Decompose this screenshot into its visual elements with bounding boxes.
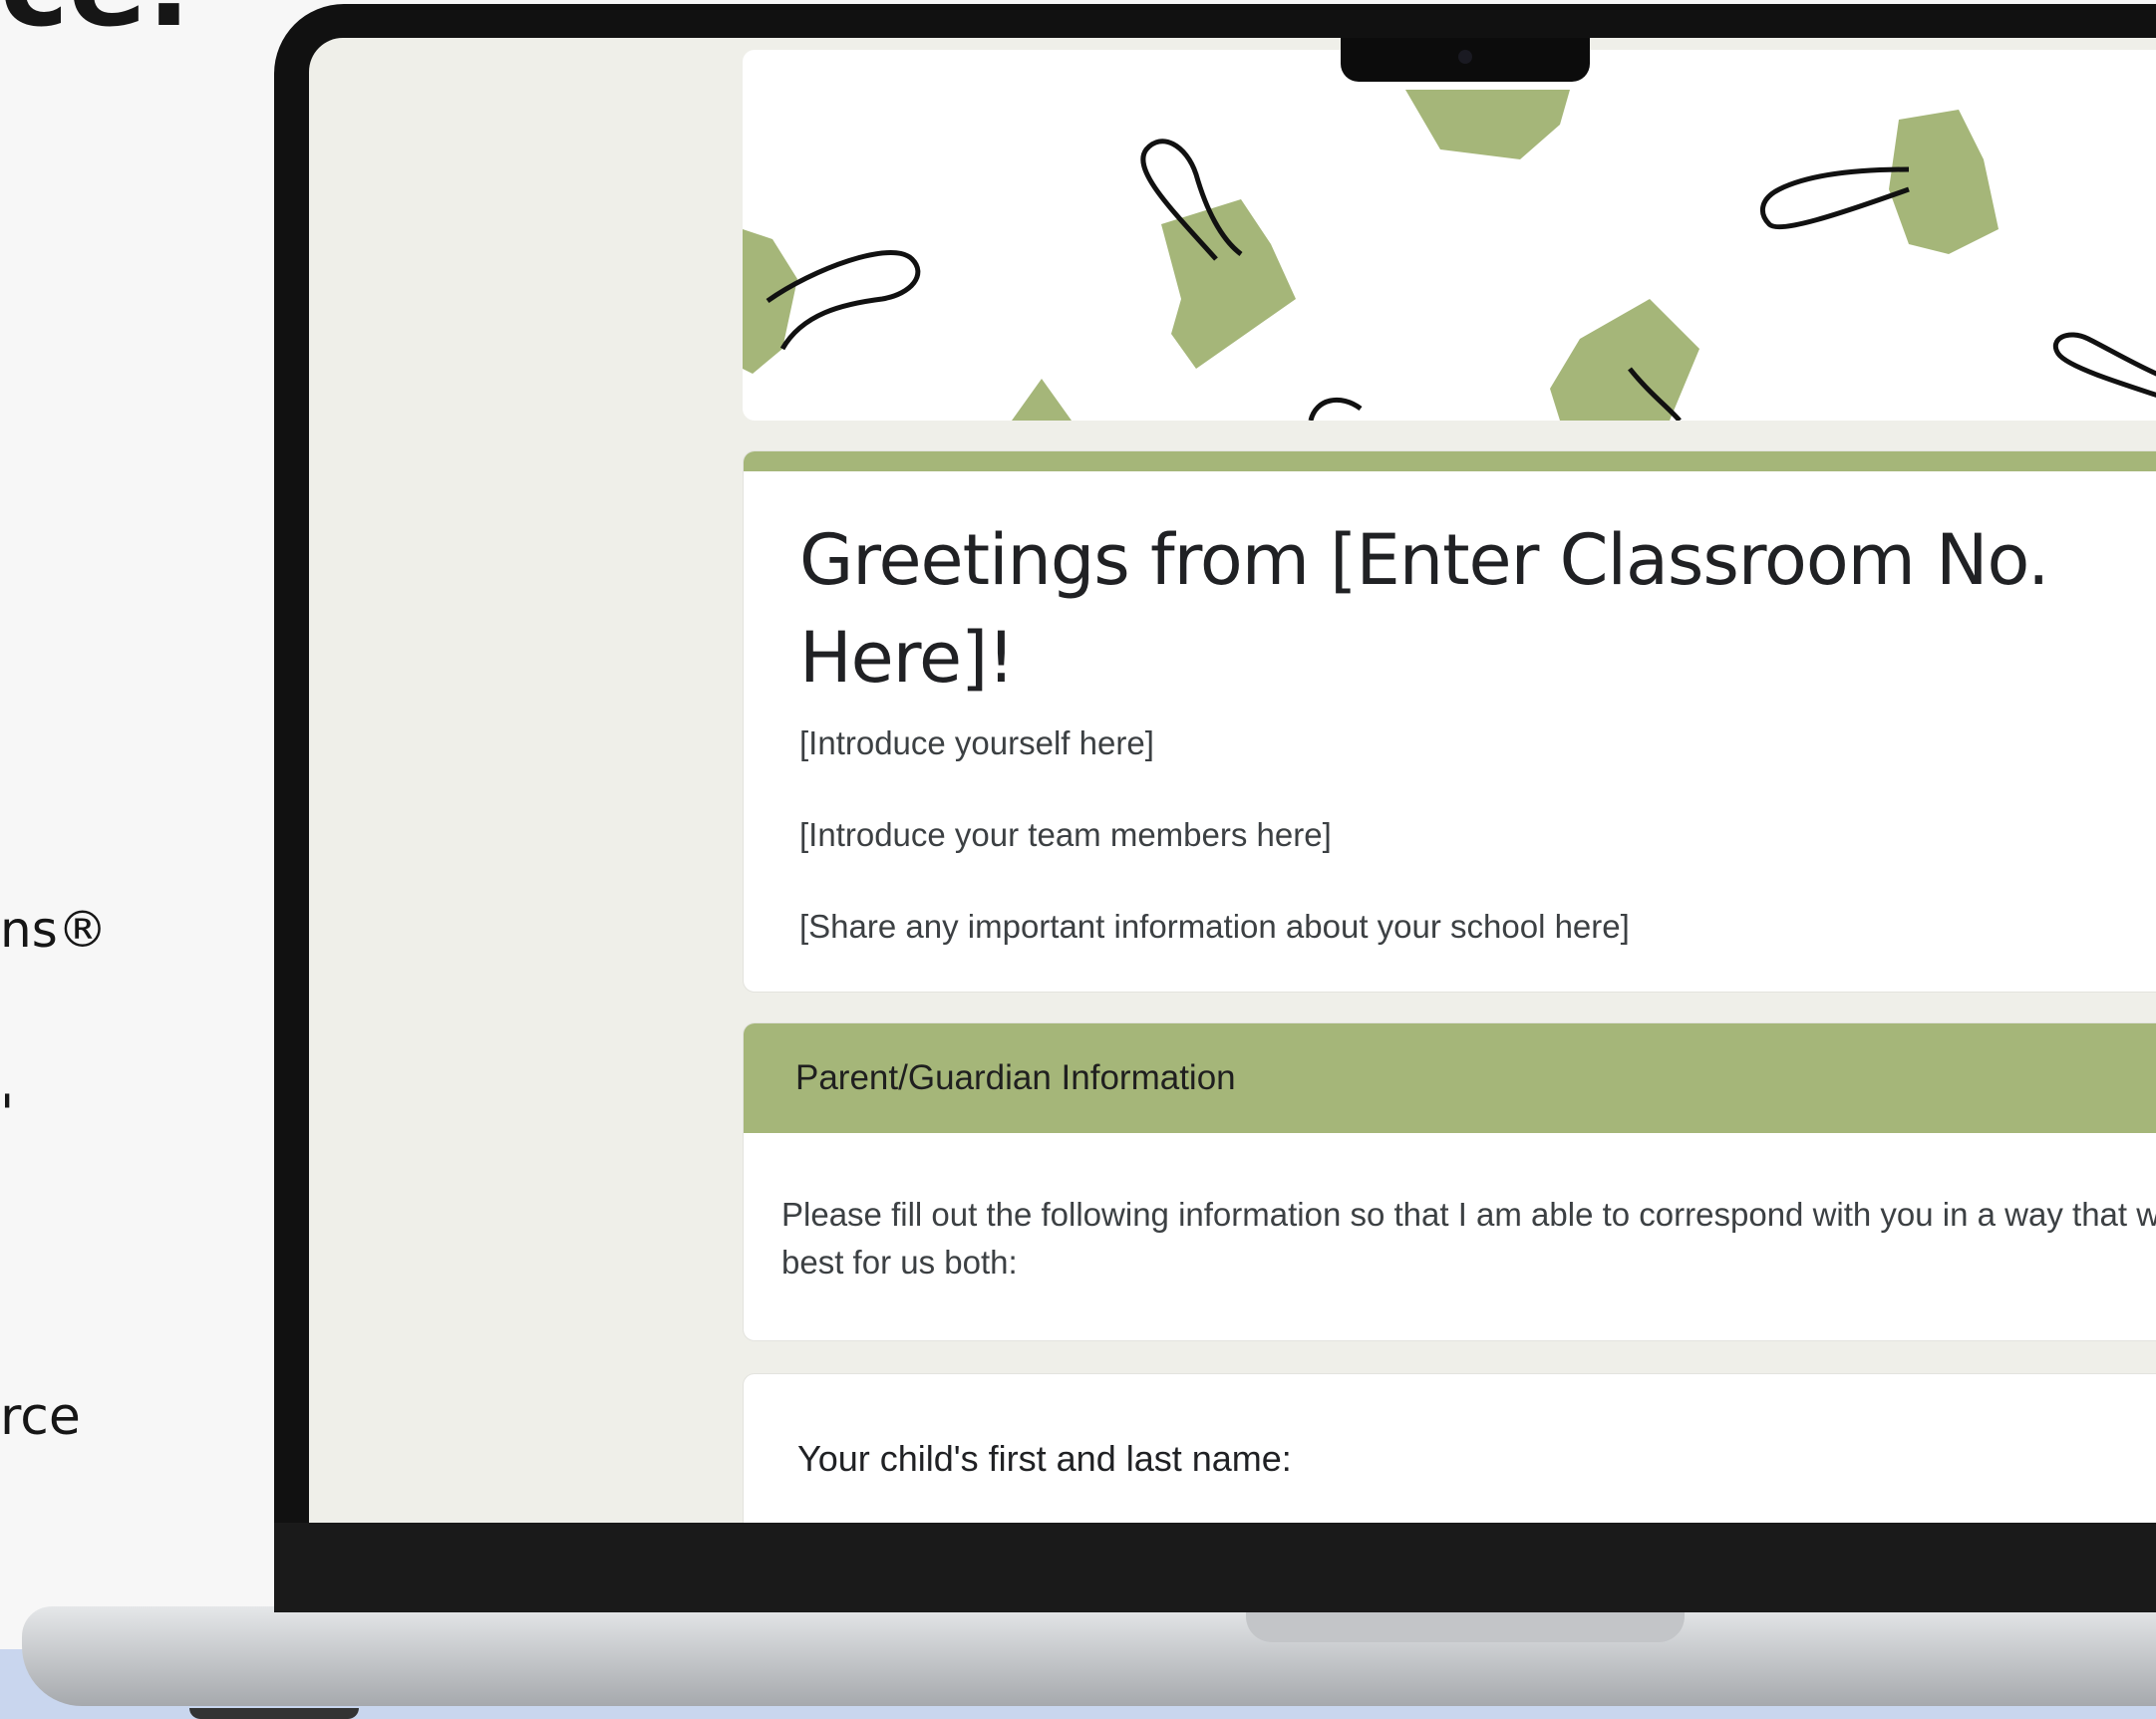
accent-strip (744, 451, 2156, 471)
form-title-card: Greetings from [Enter Classroom No. Here… (743, 450, 2156, 993)
form-header-image (743, 50, 2156, 421)
camera-notch (1341, 38, 1590, 82)
binder-clip-icon (1012, 379, 1363, 421)
background-text-line-3: rce (0, 1387, 81, 1447)
question-label: Your child's first and last name: (797, 1438, 1292, 1479)
binder-clip-icon (1759, 110, 1999, 254)
laptop-chin (274, 1523, 2156, 1612)
question-card[interactable]: Your child's first and last name: (743, 1373, 2156, 1523)
form-description-line: [Introduce your team members here] (799, 816, 1332, 853)
binder-clip-icon (1550, 299, 1699, 421)
form-description-line: [Share any important information about y… (799, 908, 1630, 945)
laptop-base (22, 1606, 2156, 1706)
binder-clip-icon (1405, 90, 1570, 159)
background-text-line-2: ' (0, 1084, 15, 1144)
camera-icon (1458, 50, 1472, 64)
background-text-line-1: ns® (0, 901, 108, 959)
form-container: Greetings from [Enter Classroom No. Here… (743, 50, 2156, 1523)
section-description: Please fill out the following informatio… (781, 1196, 2156, 1281)
laptop-screen: Greetings from [Enter Classroom No. Here… (309, 38, 2156, 1523)
binder-clip-icon (2053, 332, 2156, 398)
form-description-line: [Introduce yourself here] (799, 724, 1154, 761)
section-card: Parent/Guardian Information Please fill … (743, 1022, 2156, 1341)
binder-clip-icon (1140, 139, 1296, 369)
binder-clip-icon (743, 229, 921, 374)
laptop-foot (189, 1708, 359, 1719)
section-title: Parent/Guardian Information (744, 1023, 2156, 1133)
background-heading: ce. (0, 0, 191, 44)
form-title: Greetings from [Enter Classroom No. Here… (799, 519, 2049, 699)
